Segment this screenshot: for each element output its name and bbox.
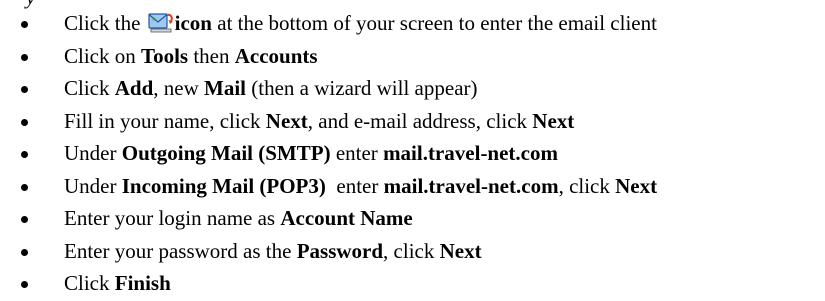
step-bold: Next	[439, 238, 482, 263]
step-bold: Mail	[204, 76, 247, 100]
email-client-icon	[148, 11, 174, 33]
step-text: Click	[64, 271, 115, 295]
step-item: Under Incoming Mail (POP3) enter mail.tr…	[0, 171, 825, 204]
step-bold: Tools	[141, 43, 189, 68]
step-bold: Account Name	[280, 206, 413, 230]
step-text: enter	[325, 173, 384, 198]
step-item: Enter your password as the Password, cli…	[0, 236, 825, 269]
step-item: Enter your login name as Account Name	[0, 203, 825, 236]
bullet	[21, 183, 28, 191]
step-text: Under	[64, 141, 122, 165]
bullet	[21, 53, 28, 61]
step-bold: Next	[615, 173, 658, 198]
bullet	[21, 248, 28, 256]
step-text: , and e-mail address, click	[307, 108, 533, 133]
bullet	[21, 21, 28, 28]
step-text: Enter your password as the	[64, 238, 297, 263]
step-text: Under	[64, 173, 122, 198]
step-bold: Accounts	[234, 43, 318, 68]
step-bold: Add	[114, 76, 154, 100]
step-bold: Next	[265, 108, 308, 133]
bullet	[21, 281, 28, 288]
step-bold: Finish	[114, 271, 171, 295]
step-text: , click	[558, 173, 616, 198]
steps-list: Click the icon at the bottom of your scr…	[0, 8, 825, 301]
step-bold: icon	[174, 11, 212, 35]
step-text: Click the	[64, 11, 146, 35]
step-text: then	[188, 43, 235, 68]
step-bold: mail.travel-net.com	[383, 141, 558, 165]
step-bold: Incoming Mail (POP3)	[121, 173, 326, 198]
step-item: Click on Tools then Accounts	[0, 41, 825, 74]
bullet	[21, 216, 28, 223]
step-text: Click	[64, 76, 115, 100]
step-text: , new	[153, 76, 205, 100]
step-item: Fill in your name, click Next, and e-mai…	[0, 106, 825, 139]
step-text: enter	[330, 141, 384, 165]
step-text: Fill in your name, click	[64, 108, 266, 133]
step-item: Click Finish	[0, 268, 825, 301]
bullet	[21, 86, 28, 93]
step-item: Click the icon at the bottom of your scr…	[0, 8, 825, 41]
step-item: Click Add, new Mail (then a wizard will …	[0, 73, 825, 106]
step-item: Under Outgoing Mail (SMTP) enter mail.tr…	[0, 138, 825, 171]
step-text: (then a wizard will appear)	[246, 76, 478, 100]
step-bold: Next	[532, 108, 575, 133]
bullet	[21, 118, 28, 126]
step-bold: mail.travel-net.com	[383, 173, 559, 198]
step-text: Enter your login name as	[64, 206, 281, 230]
bullet	[21, 151, 28, 158]
step-bold: Password	[296, 238, 384, 263]
step-text: Click on	[64, 43, 141, 68]
instructions-document: y Click the icon at the bottom of your s…	[0, 0, 825, 300]
step-bold: Outgoing Mail (SMTP)	[121, 141, 331, 165]
step-text: at the bottom of your screen to enter th…	[212, 11, 657, 35]
step-text: , click	[383, 238, 440, 263]
